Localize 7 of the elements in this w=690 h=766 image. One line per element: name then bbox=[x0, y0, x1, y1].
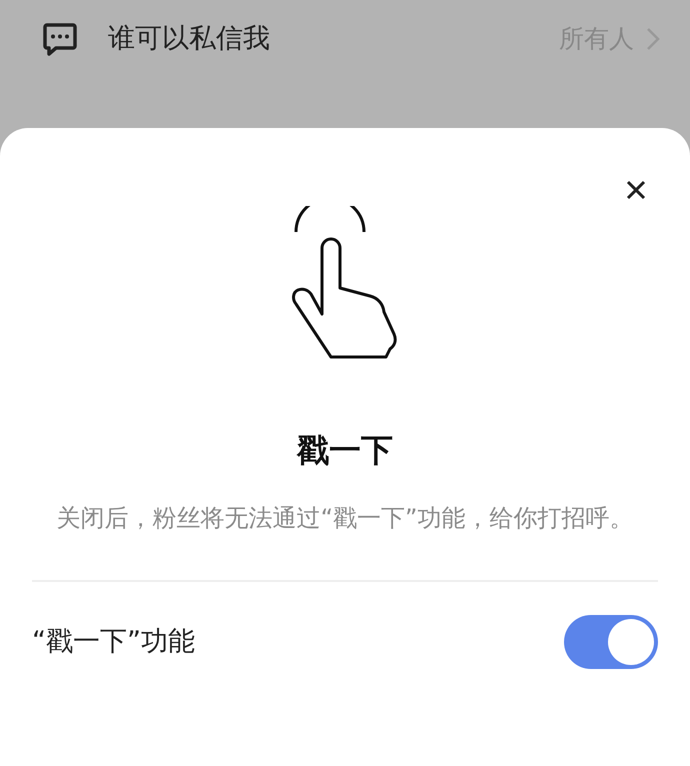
sheet-description: 关闭后，粉丝将无法通过“戳一下”功能，给你打招呼。 bbox=[56, 503, 634, 534]
setting-label: 谁可以私信我 bbox=[108, 22, 270, 56]
sheet-title: 戳一下 bbox=[297, 430, 393, 471]
toggle-switch[interactable] bbox=[564, 615, 658, 669]
toggle-label: “戳一下”功能 bbox=[32, 624, 195, 659]
chat-icon bbox=[42, 21, 78, 57]
close-button[interactable] bbox=[624, 178, 648, 202]
